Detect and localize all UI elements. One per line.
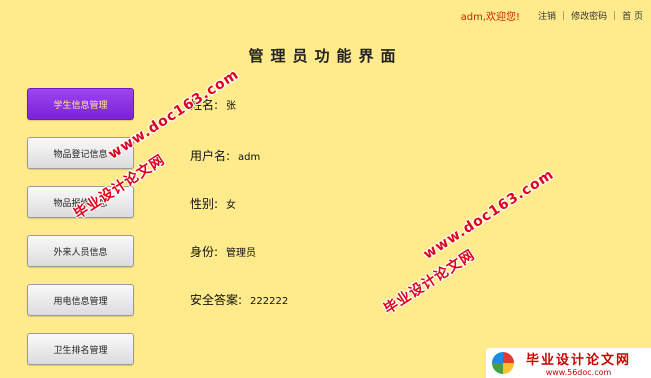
- page-title: 管理员功能界面: [248, 47, 403, 65]
- security-answer-label: 安全答案:: [190, 293, 243, 307]
- name-value: 张: [226, 101, 237, 112]
- menu-electricity-button[interactable]: 用电信息管理: [27, 284, 134, 316]
- menu-item-repair-button[interactable]: 物品报修信息: [27, 186, 134, 218]
- gender-label: 性别:: [190, 197, 219, 211]
- home-link[interactable]: 首 页: [622, 9, 643, 22]
- change-password-link[interactable]: 修改密码: [571, 9, 607, 22]
- logo-icon: [492, 352, 514, 374]
- menu-visitor-info-button[interactable]: 外来人员信息: [27, 235, 134, 267]
- role-value: 管理员: [226, 248, 257, 259]
- site-logo: 毕业设计论文网 www.56doc.com: [486, 348, 651, 378]
- watermark-site-name: 毕业设计论文网: [381, 246, 478, 318]
- menu-student-info-button[interactable]: 学生信息管理: [27, 88, 134, 120]
- name-label: 姓名:: [190, 98, 219, 112]
- logo-url: www.56doc.com: [545, 368, 612, 377]
- menu-item-registration-button[interactable]: 物品登记信息: [27, 137, 134, 169]
- username-label: 用户名:: [190, 149, 231, 163]
- nav-separator: |: [562, 10, 566, 21]
- profile-name-row: 姓名: 张: [190, 96, 236, 113]
- watermark-url: www.doc163.com: [420, 166, 558, 263]
- welcome-text: adm,欢迎您!: [460, 12, 520, 23]
- username-value: adm: [238, 152, 261, 163]
- profile-gender-row: 性别: 女: [190, 195, 236, 212]
- top-nav-bar: adm,欢迎您! 注销 | 修改密码 | 首 页: [460, 8, 643, 24]
- role-label: 身份:: [190, 245, 219, 259]
- gender-value: 女: [226, 200, 237, 211]
- profile-username-row: 用户名: adm: [190, 147, 260, 164]
- profile-security-answer-row: 安全答案: 222222: [190, 291, 288, 308]
- profile-role-row: 身份: 管理员: [190, 243, 256, 260]
- logout-link[interactable]: 注销: [538, 9, 556, 22]
- menu-hygiene-ranking-button[interactable]: 卫生排名管理: [27, 333, 134, 365]
- logo-title: 毕业设计论文网: [525, 353, 631, 368]
- nav-separator: |: [613, 10, 617, 21]
- security-answer-value: 222222: [250, 296, 289, 307]
